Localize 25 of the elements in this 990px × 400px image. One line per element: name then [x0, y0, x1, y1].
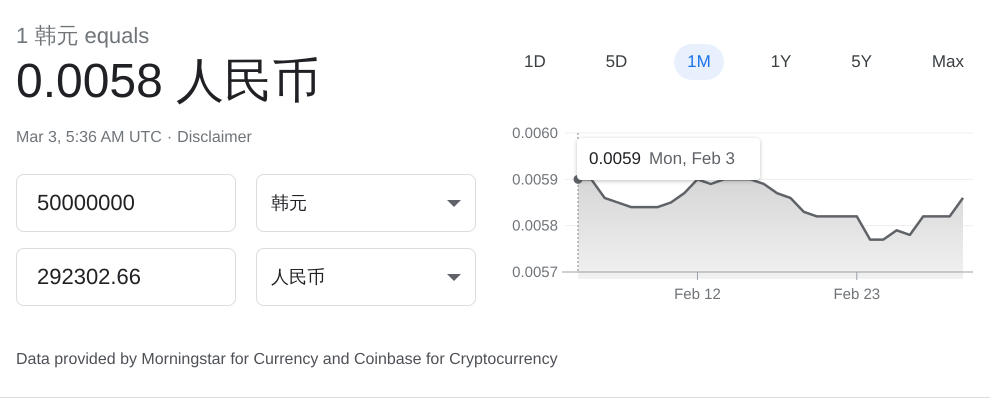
data-source-note: Data provided by Morningstar for Currency and Coinbase for Cryptocurrency [16, 350, 558, 370]
y-axis-label: 0.0060 [512, 125, 558, 142]
disclaimer-link[interactable]: Disclaimer [177, 126, 252, 150]
dropdown-caret-icon [447, 274, 461, 280]
exchange-rate: 0.0058 人民币 [16, 54, 322, 110]
base-currency-label: 1 韩元 equals [16, 22, 150, 50]
currency-dropdown[interactable]: 韩元 [256, 174, 476, 232]
time-range-tab[interactable]: 5D [592, 44, 640, 80]
time-range-tab[interactable]: Max [918, 44, 977, 80]
amount-field[interactable]: 292302.66 [16, 248, 236, 306]
x-axis-label: Feb 23 [833, 286, 880, 303]
amount-field[interactable]: 50000000 [16, 174, 236, 232]
time-range-tab[interactable]: 1Y [758, 44, 804, 80]
time-range-tab[interactable]: 5Y [838, 44, 885, 80]
y-axis-label: 0.0059 [512, 171, 558, 188]
separator: · [166, 128, 172, 148]
time-range-tab[interactable]: 1D [511, 44, 559, 80]
y-axis-label: 0.0058 [512, 218, 558, 235]
currency-dropdown[interactable]: 人民币 [256, 248, 476, 306]
time-range-tab[interactable]: 1M [674, 44, 724, 80]
dropdown-caret-icon [447, 200, 461, 206]
chart-tooltip: 0.0059 Mon, Feb 3 [577, 138, 760, 180]
y-axis-label: 0.0057 [512, 264, 558, 281]
timestamp: Mar 3, 5:36 AM UTC [16, 128, 162, 148]
x-axis-label: Feb 12 [674, 286, 721, 303]
